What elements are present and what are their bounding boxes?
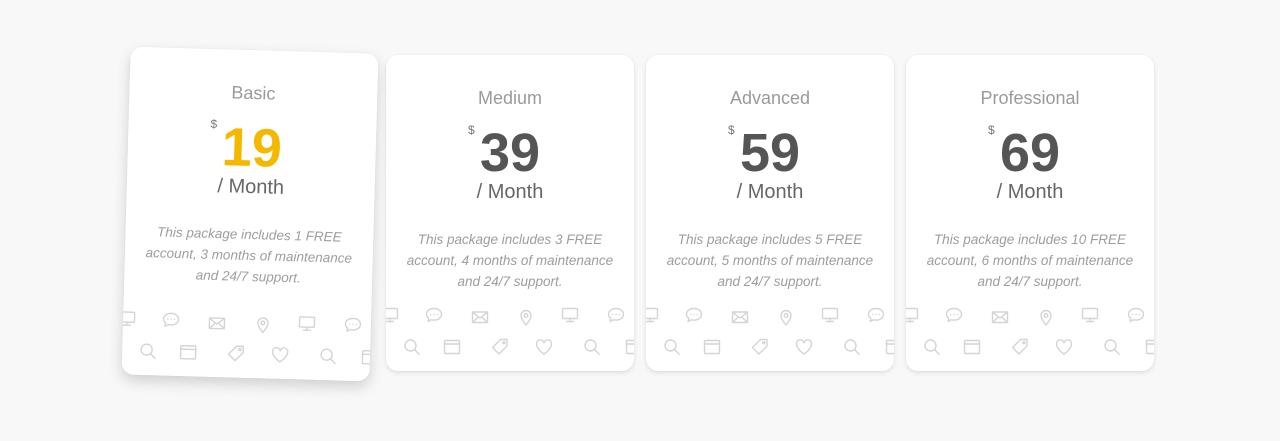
search-icon — [138, 341, 159, 362]
browser-window-icon — [884, 337, 894, 357]
search-icon — [1102, 337, 1122, 357]
heart-icon — [270, 345, 291, 366]
tag-icon — [1010, 337, 1030, 357]
decorative-icon-pattern — [386, 301, 634, 371]
chat-icon — [161, 310, 182, 331]
search-icon — [662, 337, 682, 357]
billing-period: / Month — [476, 181, 544, 203]
location-pin-icon — [776, 307, 796, 327]
heart-icon — [794, 337, 814, 357]
chat-icon — [684, 305, 704, 325]
chat-icon — [866, 305, 886, 325]
price-block: $39 — [386, 121, 634, 185]
chat-icon — [343, 315, 364, 336]
plan-description: This package includes 5 FREE account, 5 … — [666, 232, 874, 289]
mail-icon — [990, 307, 1010, 327]
pricing-card-basic[interactable]: Basic $19 / Month This package includes … — [121, 46, 379, 382]
pricing-card-advanced[interactable]: Advanced $59 / Month This package includ… — [646, 55, 894, 371]
plan-price: $39 — [468, 121, 541, 185]
tag-icon — [226, 343, 247, 364]
price-amount: 39 — [479, 123, 541, 183]
heart-icon — [534, 337, 554, 357]
plan-description: This package includes 3 FREE account, 4 … — [406, 232, 614, 289]
price-amount: 69 — [999, 123, 1061, 183]
currency-symbol: $ — [727, 123, 735, 137]
plan-price: $19 — [210, 115, 283, 181]
tag-icon — [750, 337, 770, 357]
currency-symbol: $ — [210, 116, 218, 132]
pricing-section: Basic $19 / Month This package includes … — [0, 0, 1280, 441]
browser-window-icon — [360, 347, 379, 368]
location-pin-icon — [253, 314, 274, 335]
chat-icon — [424, 305, 444, 325]
monitor-icon — [906, 305, 920, 325]
browser-window-icon — [1144, 337, 1154, 357]
browser-window-icon — [702, 337, 722, 357]
plan-price: $69 — [988, 121, 1061, 185]
price-amount: 19 — [220, 117, 283, 179]
price-block: $59 — [646, 121, 894, 185]
pricing-card-professional[interactable]: Professional $69 / Month This package in… — [906, 55, 1154, 371]
plan-title: Professional — [980, 88, 1080, 108]
pricing-card-medium[interactable]: Medium $39 / Month This package includes… — [386, 55, 634, 371]
search-icon — [402, 337, 422, 357]
plan-price: $59 — [728, 121, 801, 185]
monitor-icon — [386, 305, 400, 325]
browser-window-icon — [178, 342, 199, 363]
monitor-icon — [560, 305, 580, 325]
browser-window-icon — [624, 337, 634, 357]
plan-title: Advanced — [729, 88, 811, 108]
decorative-icon-pattern — [906, 301, 1154, 371]
plan-title: Medium — [477, 88, 543, 108]
monitor-icon — [1080, 305, 1100, 325]
plan-title: Basic — [231, 82, 276, 104]
monitor-icon — [820, 305, 840, 325]
decorative-icon-pattern — [121, 305, 379, 382]
monitor-icon — [121, 308, 137, 329]
plan-description: This package includes 1 FREE account, 3 … — [145, 224, 353, 286]
billing-period: / Month — [996, 181, 1064, 203]
mail-icon — [207, 313, 228, 334]
billing-period: / Month — [736, 181, 804, 203]
mail-icon — [730, 307, 750, 327]
chat-icon — [606, 305, 626, 325]
monitor-icon — [646, 305, 660, 325]
search-icon — [922, 337, 942, 357]
search-icon — [582, 337, 602, 357]
decorative-icon-pattern — [646, 301, 894, 371]
currency-symbol: $ — [987, 123, 995, 137]
chat-icon — [944, 305, 964, 325]
location-pin-icon — [516, 307, 536, 327]
price-block: $69 — [906, 121, 1154, 185]
currency-symbol: $ — [467, 123, 475, 137]
tag-icon — [490, 337, 510, 357]
price-amount: 59 — [739, 123, 801, 183]
heart-icon — [1054, 337, 1074, 357]
search-icon — [842, 337, 862, 357]
mail-icon — [470, 307, 490, 327]
plan-description: This package includes 10 FREE account, 6… — [926, 232, 1134, 289]
location-pin-icon — [1036, 307, 1056, 327]
browser-window-icon — [442, 337, 462, 357]
search-icon — [318, 346, 339, 367]
chat-icon — [1126, 305, 1146, 325]
monitor-icon — [297, 313, 318, 334]
browser-window-icon — [962, 337, 982, 357]
